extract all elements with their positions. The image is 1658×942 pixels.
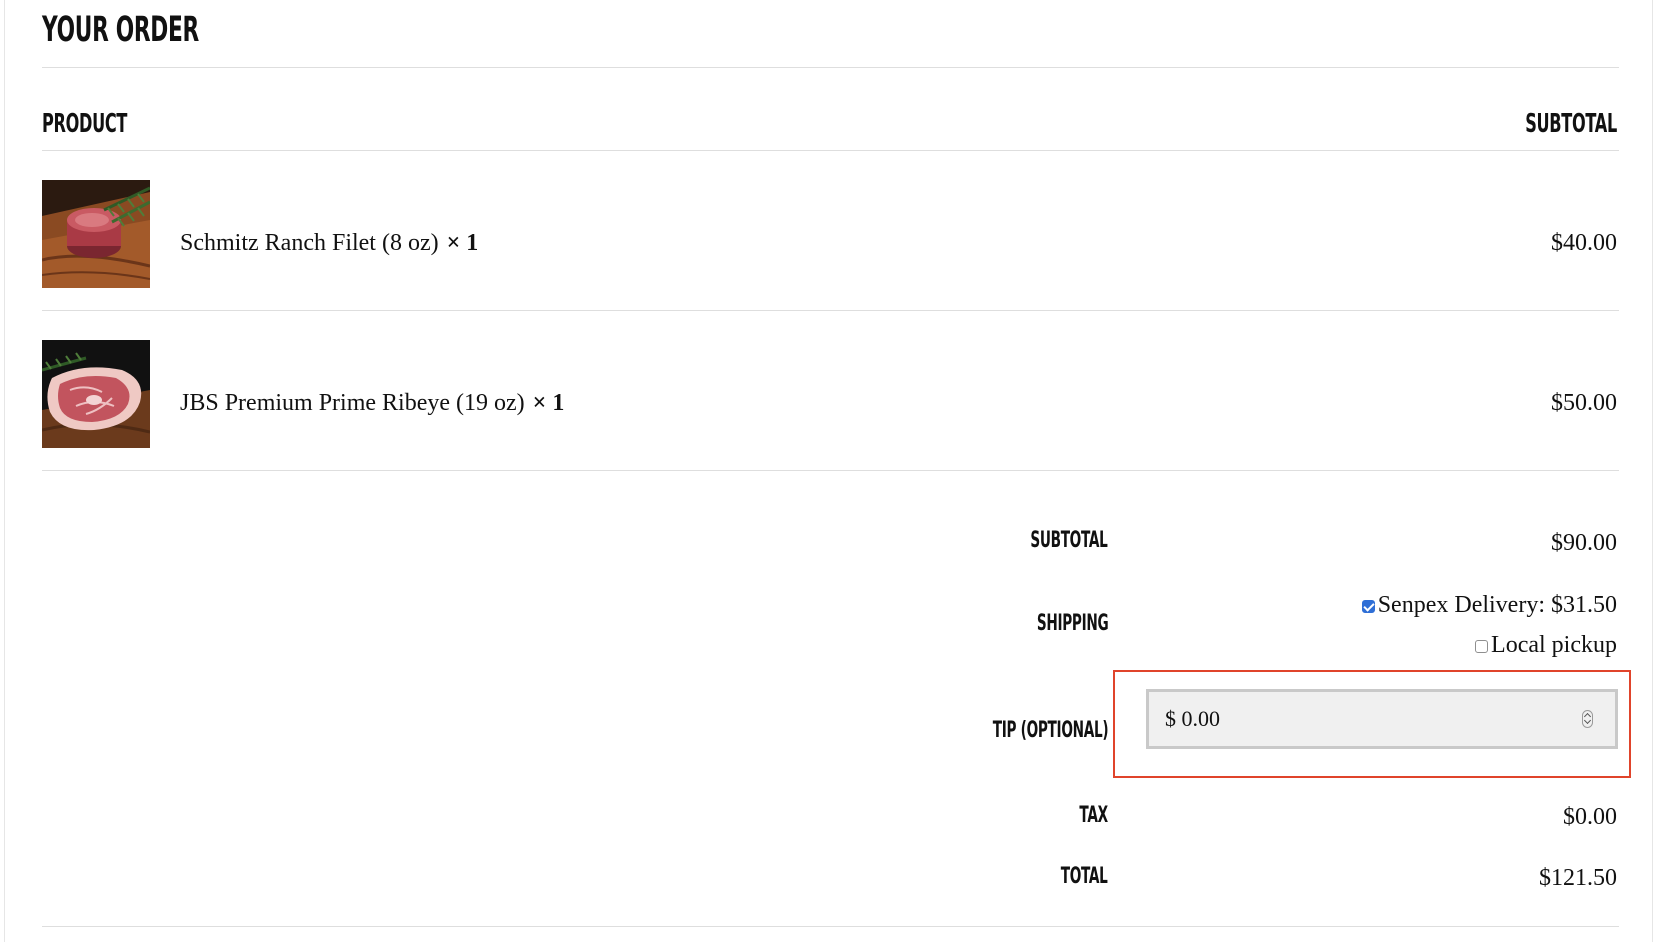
- line-item: Schmitz Ranch Filet (8 oz) × 1: [180, 227, 478, 259]
- product-name: JBS Premium Prime Ribeye (19 oz): [180, 390, 525, 416]
- total-label: TOTAL: [1061, 864, 1108, 889]
- total-value: $121.50: [1539, 865, 1617, 891]
- tip-input-value: $ 0.00: [1165, 706, 1220, 731]
- shipping-label: SHIPPING: [1036, 611, 1108, 636]
- filet-steak-image: [42, 180, 150, 288]
- product-quantity: × 1: [532, 390, 565, 416]
- order-title: YOUR ORDER: [42, 10, 199, 50]
- divider: [42, 150, 1619, 151]
- product-quantity: × 1: [446, 230, 479, 256]
- tip-label: TIP (OPTIONAL): [992, 718, 1109, 743]
- summary-subtotal-value: $90.00: [1551, 530, 1617, 556]
- ribeye-steak-image: [42, 340, 150, 448]
- page-right-border: [1652, 0, 1653, 942]
- line-item-price: $40.00: [1551, 230, 1617, 256]
- number-spinner-icon[interactable]: [1582, 710, 1593, 728]
- tax-label: TAX: [1079, 803, 1109, 828]
- subtotal-column-header: SUBTOTAL: [1525, 109, 1617, 139]
- shipping-option-label: Senpex Delivery: $31.50: [1377, 592, 1617, 618]
- shipping-option-local-pickup[interactable]: Local pickup: [1475, 629, 1617, 661]
- divider: [42, 926, 1619, 927]
- product-column-header: PRODUCT: [42, 109, 128, 139]
- summary-subtotal-label: SUBTOTAL: [1030, 528, 1109, 553]
- divider: [42, 310, 1619, 311]
- tip-input[interactable]: $ 0.00: [1146, 689, 1618, 749]
- line-item: JBS Premium Prime Ribeye (19 oz) × 1: [180, 387, 564, 419]
- product-name: Schmitz Ranch Filet (8 oz): [180, 230, 439, 256]
- tax-value: $0.00: [1563, 804, 1617, 830]
- divider: [42, 67, 1619, 68]
- divider: [42, 470, 1619, 471]
- shipping-option-label: Local pickup: [1491, 632, 1617, 658]
- local-pickup-checkbox[interactable]: [1475, 639, 1489, 653]
- line-item-price: $50.00: [1551, 390, 1617, 416]
- page-left-border: [4, 0, 5, 942]
- shipping-option-senpex[interactable]: Senpex Delivery: $31.50: [1361, 589, 1617, 621]
- senpex-delivery-checkbox[interactable]: [1361, 599, 1375, 613]
